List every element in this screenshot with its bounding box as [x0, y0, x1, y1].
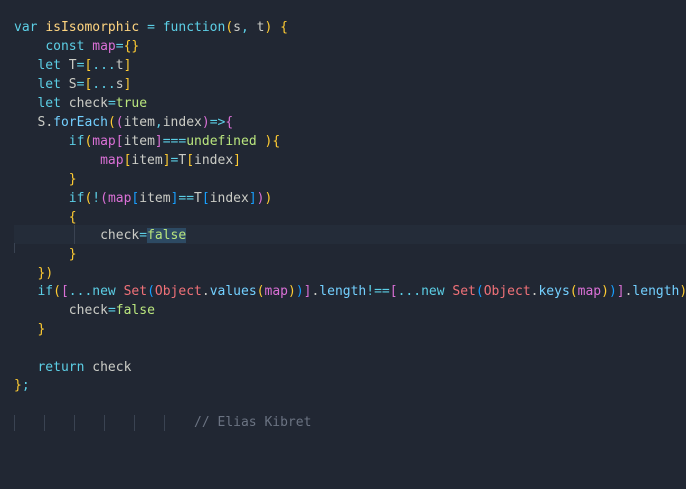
code-line-12[interactable]: check=false — [14, 226, 187, 245]
code-line-10[interactable]: if(!(map[item]==T[index])) — [14, 189, 273, 208]
code-line-15[interactable]: if([...new Set(Object.values(map))].leng… — [14, 282, 686, 301]
code-line-4[interactable]: let S=[...s] — [14, 75, 131, 94]
code-editor[interactable]: var isIsomorphic = function(s, t) { cons… — [0, 0, 686, 489]
code-comment-line[interactable]: // Elias Kibret — [14, 413, 311, 432]
code-line-3[interactable]: let T=[...t] — [14, 56, 131, 75]
code-line-9[interactable]: } — [14, 170, 77, 189]
code-line-20[interactable]: }; — [14, 376, 30, 395]
code-line-2[interactable]: const map={} — [14, 37, 139, 56]
code-line-14[interactable]: }) — [14, 264, 53, 283]
code-line-7[interactable]: if(map[item]===undefined ){ — [14, 132, 280, 151]
code-line-1[interactable]: var isIsomorphic = function(s, t) { — [14, 18, 288, 37]
code-line-11[interactable]: { — [14, 208, 77, 227]
code-line-19[interactable]: return check — [14, 358, 131, 377]
code-line-13[interactable]: } — [14, 245, 77, 264]
code-line-17[interactable]: } — [14, 320, 45, 339]
code-line-16[interactable]: check=false — [14, 301, 155, 320]
code-line-5[interactable]: let check=true — [14, 94, 147, 113]
code-line-6[interactable]: S.forEach((item,index)=>{ — [14, 113, 233, 132]
code-line-8[interactable]: map[item]=T[index] — [14, 151, 241, 170]
